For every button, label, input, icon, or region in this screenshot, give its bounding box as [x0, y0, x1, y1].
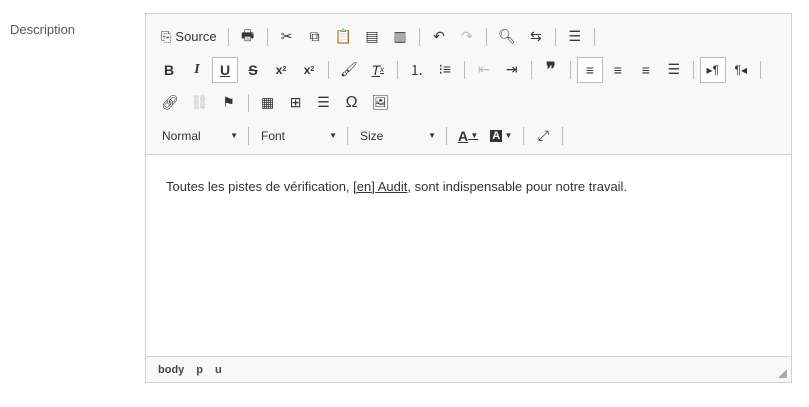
numbered-list-icon[interactable]: ⒈	[404, 57, 430, 83]
special-char-omega-icon[interactable]: Ω	[339, 90, 365, 116]
paste-text-icon[interactable]: ▤	[359, 24, 385, 50]
separator	[446, 126, 447, 145]
show-blocks-icon[interactable]: ☰	[562, 24, 588, 50]
link-icon[interactable]: 🔗︎	[156, 90, 184, 116]
table-icon[interactable]: ⊞	[283, 90, 309, 116]
indent-icon[interactable]: ⇥	[499, 57, 525, 83]
superscript-icon[interactable]: x2	[296, 57, 322, 83]
image-icon[interactable]: 🖼︎	[367, 90, 395, 116]
separator	[347, 126, 348, 145]
audit-link[interactable]: [en] Audit	[353, 179, 407, 194]
separator	[554, 27, 556, 46]
resize-handle[interactable]	[778, 369, 787, 378]
path-u[interactable]: u	[215, 364, 222, 376]
separator	[486, 27, 488, 46]
path-p[interactable]: p	[196, 364, 203, 376]
source-button[interactable]: ⎘ Source	[156, 24, 222, 50]
separator	[692, 60, 694, 79]
ltr-icon[interactable]: ▸¶	[699, 56, 726, 83]
align-center-icon[interactable]: ≡	[605, 57, 631, 83]
flash-icon[interactable]: ▦	[255, 90, 281, 116]
separator	[248, 126, 249, 145]
chevron-down-icon: ▼	[230, 131, 238, 140]
separator	[759, 60, 761, 79]
copy-format-icon[interactable]: 🖌	[335, 57, 363, 83]
separator	[530, 60, 532, 79]
separator	[463, 60, 465, 79]
copy-icon[interactable]: ⧉	[302, 24, 328, 50]
align-left-icon[interactable]: ≡	[576, 56, 603, 83]
remove-format-icon[interactable]: Tx	[365, 57, 391, 83]
underline-icon[interactable]: U	[212, 56, 238, 83]
separator	[266, 27, 268, 46]
text-color-icon[interactable]: A ▼	[453, 123, 483, 149]
bulleted-list-icon[interactable]: ⁝≡	[432, 57, 458, 83]
separator	[523, 126, 525, 145]
source-icon: ⎘	[161, 28, 172, 44]
maximize-icon[interactable]: ⤢	[530, 123, 556, 149]
anchor-flag-icon[interactable]: ⚑	[216, 90, 242, 116]
undo-icon[interactable]: ↶	[426, 24, 452, 50]
rtl-icon[interactable]: ¶◂	[728, 57, 754, 83]
justify-icon[interactable]: ☰	[661, 57, 687, 83]
align-right-icon[interactable]: ≡	[633, 57, 659, 83]
separator	[328, 60, 329, 79]
format-select[interactable]: Normal ▼	[156, 123, 244, 149]
strikethrough-icon[interactable]: S	[240, 57, 266, 83]
italic-icon[interactable]: I	[184, 57, 210, 83]
separator	[419, 27, 421, 46]
background-color-icon[interactable]: A ▼	[485, 123, 517, 149]
rich-text-editor: ⎘ Source 🖶 ✂ ⧉ 📋 ▤ ▥ ↶ ↷ 🔍︎ ⇆ ☰ B I U S x…	[145, 13, 792, 383]
subscript-icon[interactable]: x2	[268, 57, 294, 83]
separator	[593, 27, 595, 46]
description-label: Description	[10, 22, 76, 37]
chevron-down-icon: ▼	[329, 131, 337, 140]
unlink-icon[interactable]: ⛓	[186, 90, 214, 116]
blockquote-icon[interactable]: ❞	[538, 57, 564, 83]
cut-icon[interactable]: ✂	[274, 24, 300, 50]
separator	[247, 93, 249, 112]
separator	[396, 60, 398, 79]
find-icon[interactable]: 🔍︎	[493, 24, 521, 50]
replace-icon[interactable]: ⇆	[523, 24, 549, 50]
font-select[interactable]: Font ▼	[255, 123, 343, 149]
outdent-icon[interactable]: ⇤	[471, 57, 497, 83]
path-body[interactable]: body	[158, 364, 184, 376]
redo-icon[interactable]: ↷	[454, 24, 480, 50]
editor-toolbar: ⎘ Source 🖶 ✂ ⧉ 📋 ▤ ▥ ↶ ↷ 🔍︎ ⇆ ☰ B I U S x…	[146, 14, 791, 155]
chevron-down-icon: ▼	[428, 131, 436, 140]
editor-content[interactable]: Toutes les pistes de vérification, [en] …	[146, 155, 791, 357]
paste-word-icon[interactable]: ▥	[387, 24, 413, 50]
print-icon[interactable]: 🖶	[235, 24, 261, 50]
horizontal-line-icon[interactable]: ☰	[311, 90, 337, 116]
separator	[569, 60, 571, 79]
paste-icon[interactable]: 📋	[330, 24, 357, 50]
size-select[interactable]: Size ▼	[354, 123, 442, 149]
separator	[227, 27, 229, 46]
separator	[562, 126, 564, 145]
element-path-bar: body p u	[146, 356, 791, 382]
bold-icon[interactable]: B	[156, 57, 182, 83]
